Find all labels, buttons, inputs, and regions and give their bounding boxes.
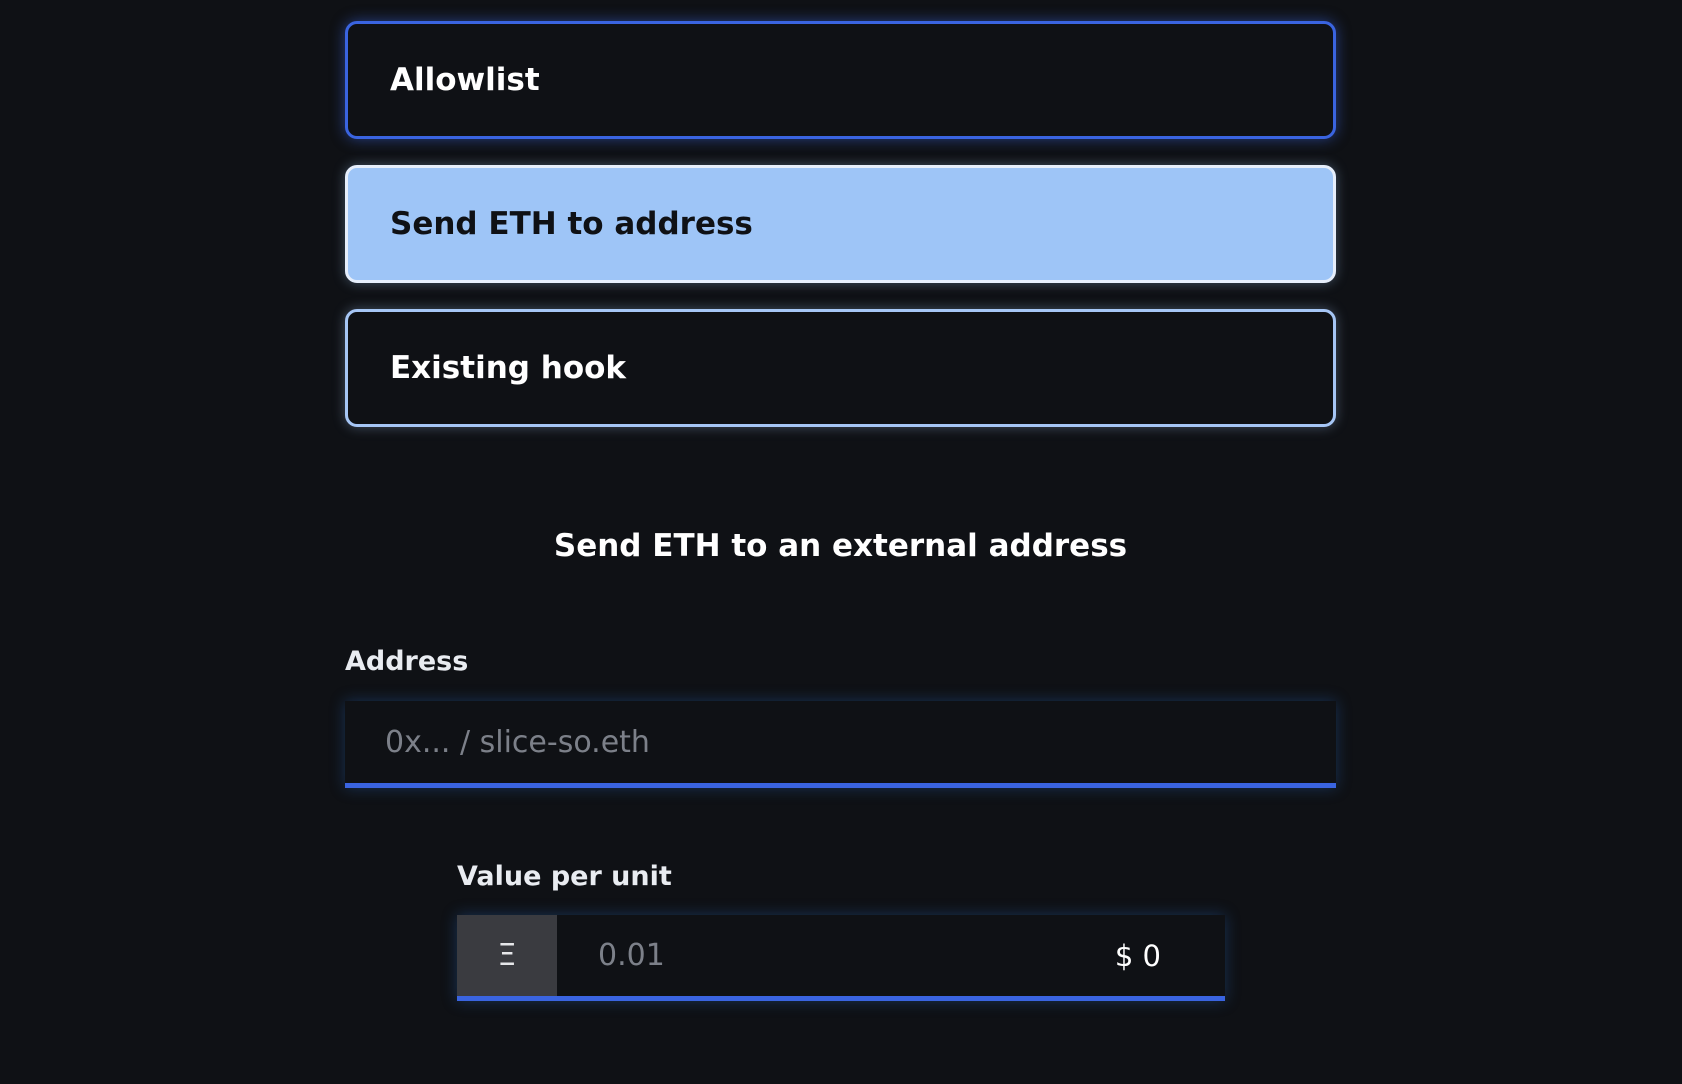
hook-option-send-eth-label: Send ETH to address (390, 206, 753, 242)
value-per-unit-label: Value per unit (457, 861, 672, 892)
address-label: Address (345, 646, 469, 677)
hook-option-send-eth[interactable]: Send ETH to address (345, 165, 1336, 283)
currency-selector[interactable]: Ξ (457, 915, 557, 996)
hook-option-allowlist-label: Allowlist (390, 62, 540, 98)
address-field (345, 701, 1336, 788)
section-title: Send ETH to an external address (553, 528, 1128, 564)
value-per-unit-input[interactable] (557, 915, 1115, 996)
hook-option-existing-hook[interactable]: Existing hook (345, 309, 1336, 427)
value-per-unit-field: Ξ $ 0 (457, 915, 1225, 1001)
address-input[interactable] (345, 701, 1336, 783)
ethereum-icon: Ξ (497, 938, 517, 973)
usd-conversion: $ 0 (1114, 938, 1161, 973)
hook-option-allowlist[interactable]: Allowlist (345, 21, 1336, 139)
hook-option-existing-hook-label: Existing hook (390, 350, 627, 386)
